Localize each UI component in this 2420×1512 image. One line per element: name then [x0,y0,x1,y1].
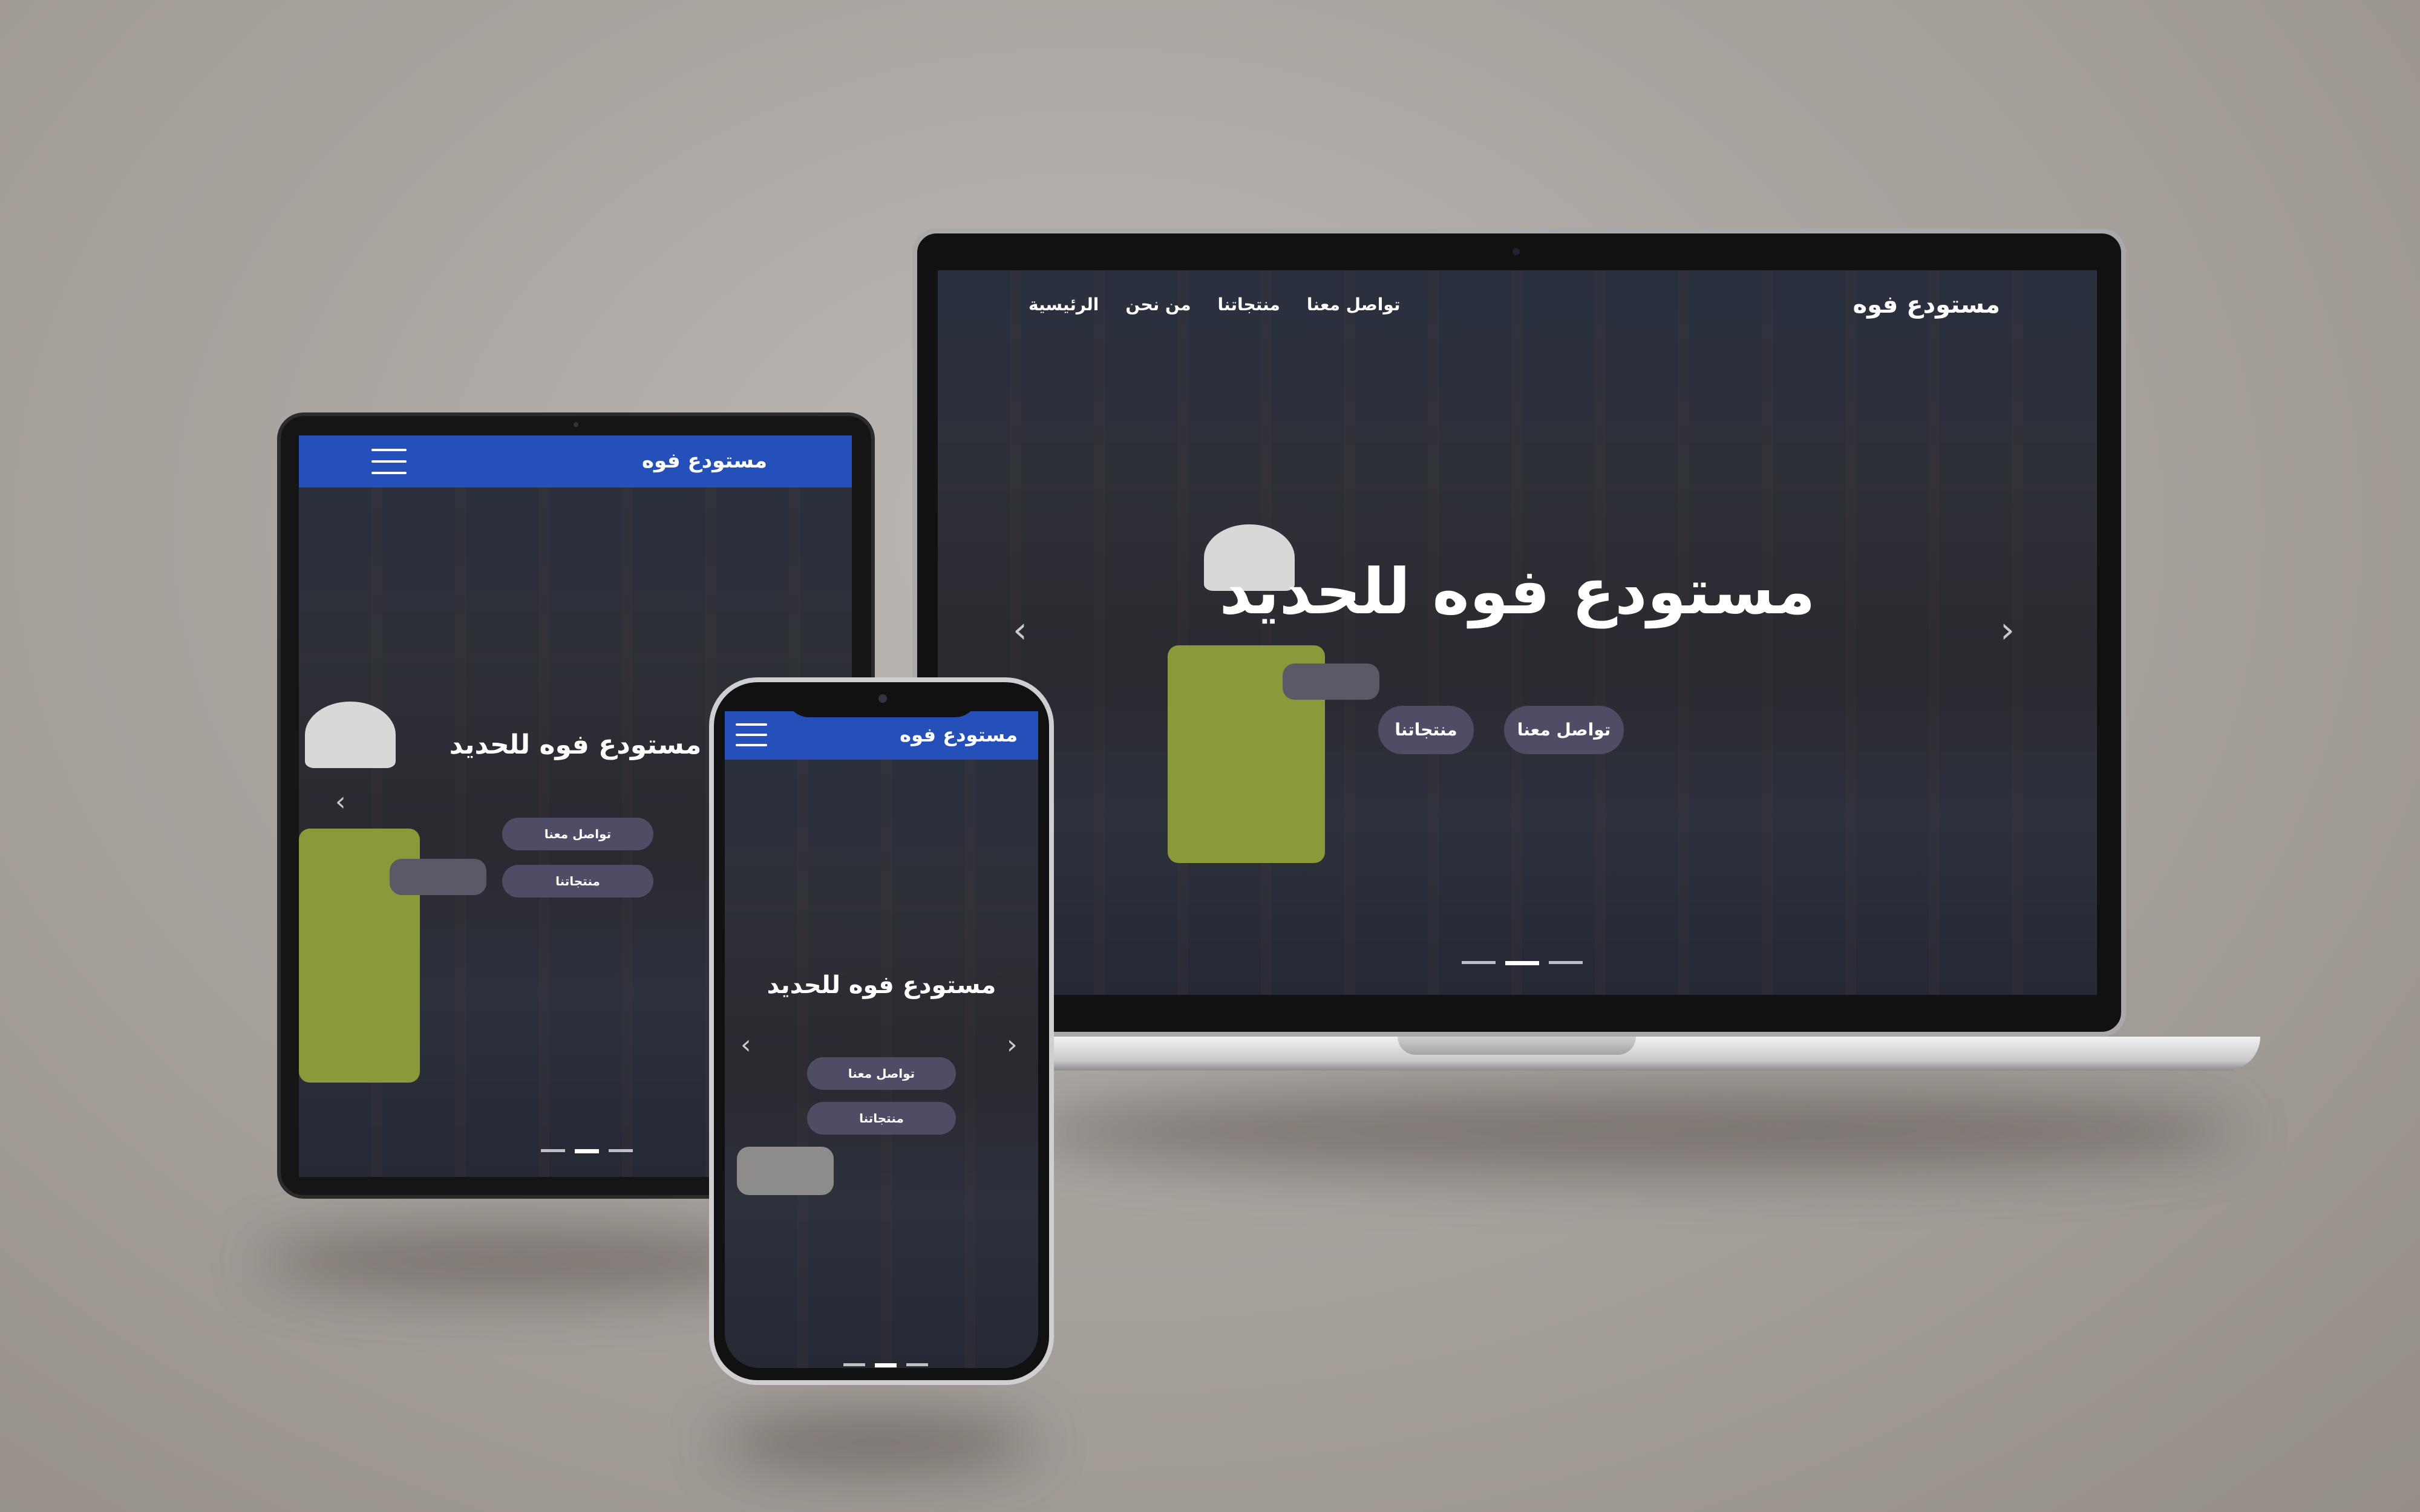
nav-link-about[interactable]: من نحن [1125,295,1191,314]
site-logo[interactable]: مستودع فوه [642,449,767,473]
main-nav: الرئيسية من نحن منتجاتنا تواصل معنا [1028,295,1400,314]
laptop-hinge [1398,1037,1636,1055]
nav-link-products[interactable]: منتجاتنا [1218,295,1280,314]
mobile-nav-bar: مستودع فوه [299,435,852,487]
nav-link-contact[interactable]: تواصل معنا [1307,295,1401,314]
nav-link-home[interactable]: الرئيسية [1028,295,1099,314]
carousel-indicators [541,1149,633,1153]
chevron-left-icon[interactable]: ‹ [335,786,346,817]
laptop-camera [1512,248,1520,255]
products-button[interactable]: منتجاتنا [807,1102,956,1135]
chevron-left-icon[interactable]: ‹ [741,1029,751,1060]
products-button[interactable]: منتجاتنا [1378,706,1474,754]
site-logo[interactable]: مستودع فوه [900,723,1018,746]
worker-image [725,1098,846,1364]
contact-button[interactable]: تواصل معنا [807,1057,956,1090]
laptop-shadow [1028,1089,2238,1173]
contact-button[interactable]: تواصل معنا [1504,706,1624,754]
tablet-camera [574,422,578,427]
carousel-indicators [843,1363,928,1367]
contact-button[interactable]: تواصل معنا [502,818,653,850]
carousel-dot[interactable] [843,1363,865,1366]
carousel-dot[interactable] [1549,961,1583,964]
phone-shadow [720,1415,1035,1470]
carousel-dot[interactable] [609,1149,633,1152]
carousel-dot-active[interactable] [875,1363,897,1367]
site-logo[interactable]: مستودع فوه [1853,291,2000,319]
mobile-nav-bar: مستودع فوه [725,711,1038,760]
products-button[interactable]: منتجاتنا [502,865,653,898]
phone-screen: مستودع فوه مستودع فوه للحديد تواصل معنا … [725,711,1038,1368]
carousel-dot[interactable] [541,1149,565,1152]
carousel-dot[interactable] [906,1363,928,1366]
worker-image [299,702,517,1173]
chevron-left-icon[interactable]: ‹ [1013,609,1027,651]
carousel-indicators [1462,961,1583,965]
carousel-dot[interactable] [1462,961,1496,964]
chevron-right-icon[interactable]: › [1007,1029,1018,1060]
hamburger-menu-icon[interactable] [371,449,407,474]
hero-title: مستودع فوه للحديد [1219,555,1816,628]
laptop-screen: مستودع فوه الرئيسية من نحن منتجاتنا تواص… [938,270,2097,995]
hero-title: مستودع فوه للحديد [767,971,996,999]
carousel-dot-active[interactable] [575,1149,599,1153]
phone-camera [878,694,887,703]
hamburger-menu-icon[interactable] [736,723,767,746]
chevron-right-icon[interactable]: › [2000,609,2015,651]
carousel-dot-active[interactable] [1505,961,1539,965]
